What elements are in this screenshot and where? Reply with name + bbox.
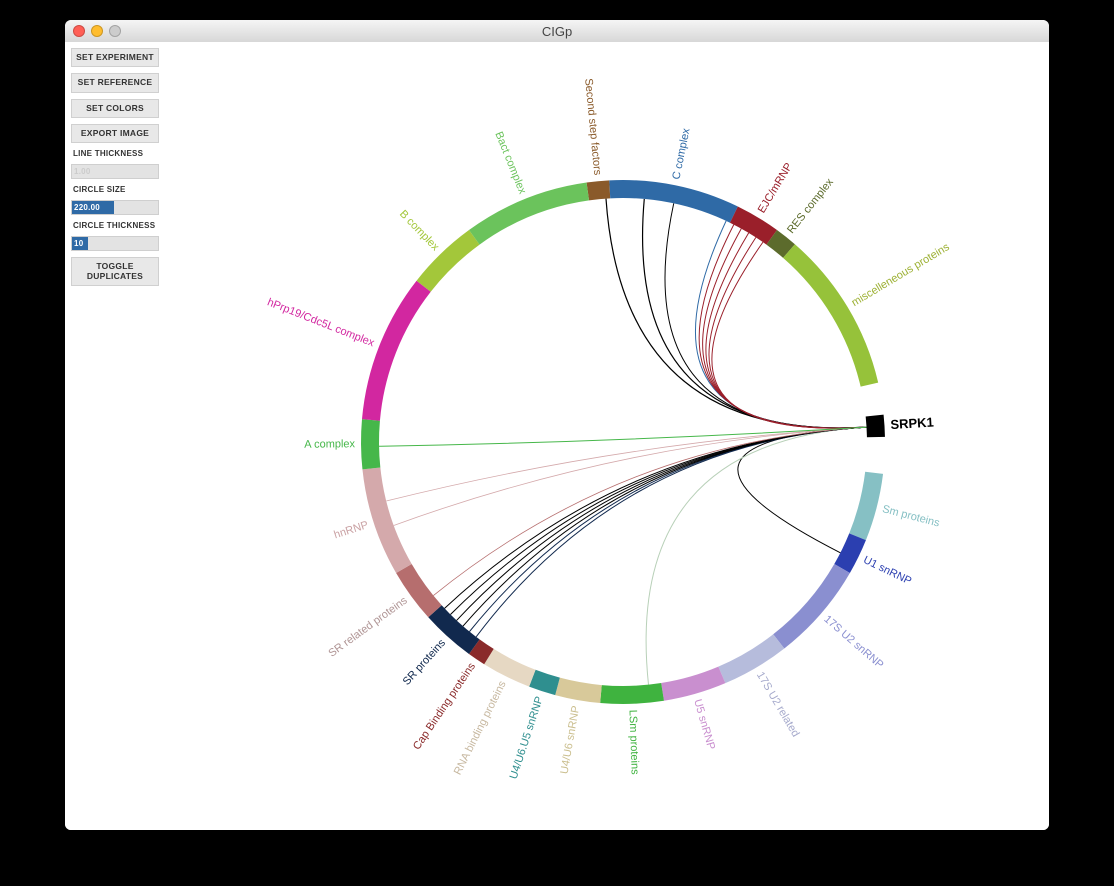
ring-segment[interactable] bbox=[555, 678, 602, 703]
line-thickness-label: LINE THICKNESS bbox=[71, 149, 159, 158]
ring-segment[interactable] bbox=[361, 419, 380, 469]
ring-segment[interactable] bbox=[600, 683, 664, 704]
chord bbox=[450, 427, 866, 614]
segment-label: LSm proteins bbox=[626, 710, 640, 776]
content-area: SET EXPERIMENT SET REFERENCE SET COLORS … bbox=[65, 42, 1049, 830]
chord bbox=[606, 199, 867, 428]
segment-label: U4/U6 snRNP bbox=[558, 705, 582, 775]
segment-label: SRPK1 bbox=[890, 414, 934, 432]
chord bbox=[463, 427, 867, 626]
ring-segment[interactable] bbox=[730, 207, 777, 245]
ring-segment[interactable] bbox=[866, 415, 885, 438]
chord bbox=[445, 427, 867, 608]
segment-label: 17S U2 snRNP bbox=[821, 613, 885, 671]
titlebar: CIGp bbox=[65, 20, 1049, 43]
set-colors-button[interactable]: SET COLORS bbox=[71, 99, 159, 118]
line-thickness-input[interactable]: 1.00 bbox=[71, 164, 159, 179]
segment-label: RES complex bbox=[785, 176, 836, 236]
segment-label: Second step factors bbox=[582, 78, 603, 176]
ring-segment[interactable] bbox=[587, 180, 611, 200]
circle-size-input[interactable]: 220.00 bbox=[71, 200, 159, 215]
ring-segment[interactable] bbox=[718, 634, 784, 683]
ring-segment[interactable] bbox=[484, 649, 535, 687]
ring-segment[interactable] bbox=[849, 472, 883, 540]
circle-thickness-label: CIRCLE THICKNESS bbox=[71, 221, 159, 230]
segment-label: C complex bbox=[670, 127, 692, 181]
chord-chart: Second step factors C complex EJC/mRNPRES … bbox=[153, 42, 1049, 830]
segment-label: A complex bbox=[304, 438, 355, 450]
chord bbox=[738, 427, 867, 553]
segment-label: B complex bbox=[397, 208, 442, 254]
segment-label: 17S U2 related bbox=[754, 670, 802, 739]
ring-segment[interactable] bbox=[783, 244, 878, 387]
segment-label: hnRNP bbox=[333, 519, 370, 541]
app-window: CIGp SET EXPERIMENT SET REFERENCE SET CO… bbox=[65, 20, 1049, 830]
segment-label: Sm proteins bbox=[881, 503, 941, 529]
segment-label: Bact complex bbox=[492, 130, 528, 196]
ring-segment[interactable] bbox=[865, 437, 885, 474]
segment-label: SR related proteins bbox=[326, 594, 410, 659]
segment-label: U4/U6.U5 snRNP bbox=[508, 695, 546, 781]
segment-label: EJC/mRNP bbox=[756, 161, 795, 215]
ring-segment[interactable] bbox=[609, 180, 738, 223]
ring-segment[interactable] bbox=[861, 383, 884, 416]
segment-label: miscelleneous proteins bbox=[850, 241, 953, 309]
ring-segment[interactable] bbox=[661, 667, 725, 701]
chord bbox=[457, 427, 867, 620]
segment-label: hPrp19/Cdc5L complex bbox=[265, 296, 376, 349]
close-icon[interactable] bbox=[73, 25, 85, 37]
toggle-duplicates-button[interactable]: TOGGLE DUPLICATES bbox=[71, 257, 159, 286]
segment-label: U1 snRNP bbox=[861, 554, 913, 588]
chord bbox=[394, 427, 867, 525]
ring-segment[interactable] bbox=[469, 183, 589, 245]
ring-segment[interactable] bbox=[362, 468, 411, 573]
ring-segment[interactable] bbox=[362, 281, 431, 421]
segment-label: U5 snRNP bbox=[691, 698, 717, 751]
ring-segment[interactable] bbox=[396, 564, 442, 617]
export-image-button[interactable]: EXPORT IMAGE bbox=[71, 124, 159, 143]
circle-thickness-input[interactable]: 10 bbox=[71, 236, 159, 251]
traffic-lights bbox=[65, 25, 121, 37]
sidebar: SET EXPERIMENT SET REFERENCE SET COLORS … bbox=[65, 42, 165, 292]
segment-label: SR proteins bbox=[401, 637, 449, 688]
window-title: CIGp bbox=[65, 24, 1049, 39]
chord bbox=[379, 427, 867, 446]
circle-size-label: CIRCLE SIZE bbox=[71, 185, 159, 194]
zoom-icon[interactable] bbox=[109, 25, 121, 37]
set-reference-button[interactable]: SET REFERENCE bbox=[71, 73, 159, 92]
minimize-icon[interactable] bbox=[91, 25, 103, 37]
set-experiment-button[interactable]: SET EXPERIMENT bbox=[71, 48, 159, 67]
